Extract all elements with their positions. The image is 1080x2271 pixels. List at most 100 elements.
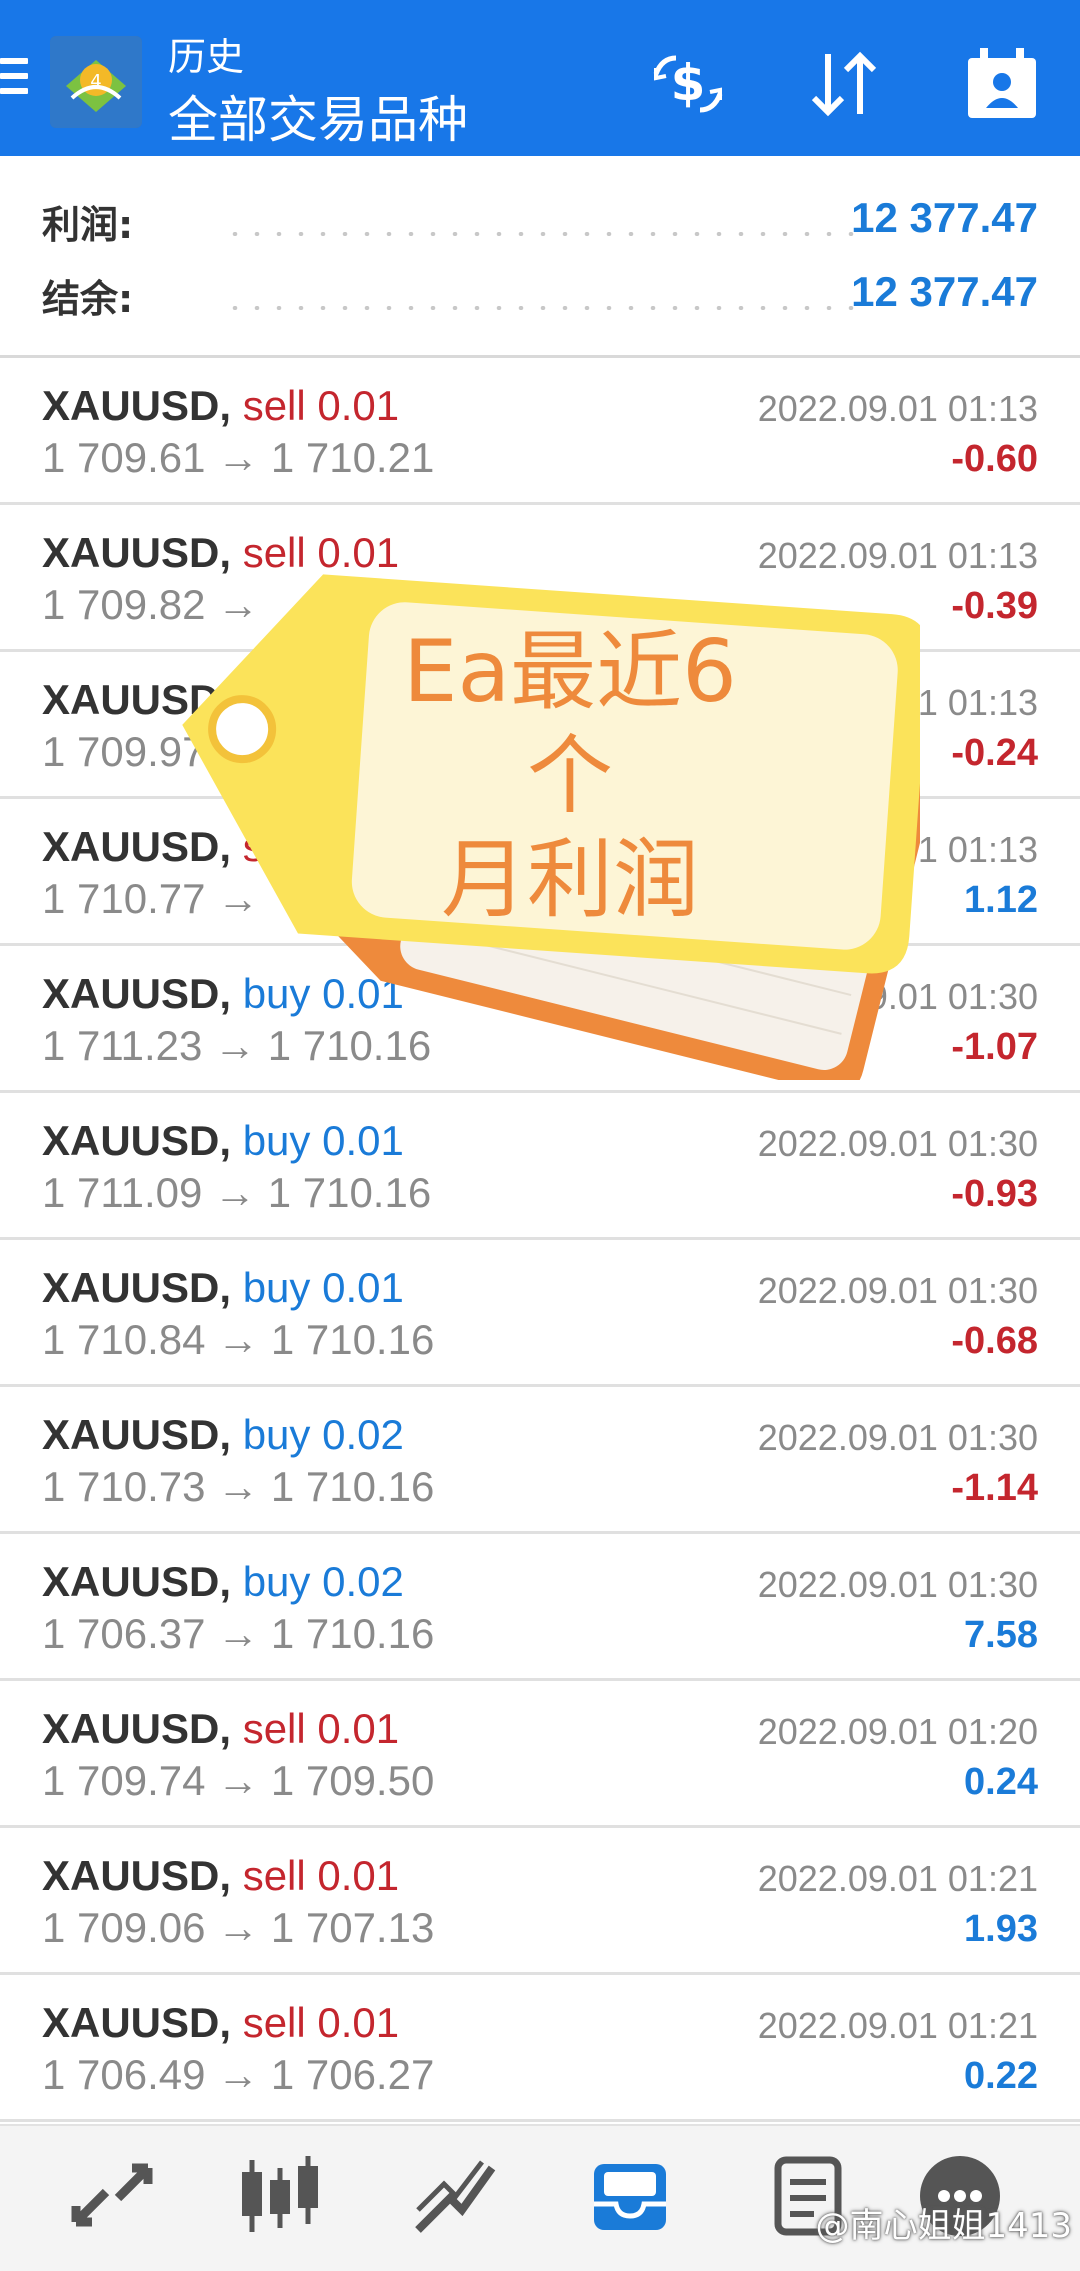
menu-icon[interactable]	[0, 58, 30, 106]
trade-prices: 1 710.73 → 1 710.16	[42, 1463, 435, 1510]
trade-row[interactable]: XAUUSD, sell 0.01 1 709.61 → 1 710.21 20…	[0, 358, 1080, 505]
trade-prices: 1 711.23 → 1 710.16	[42, 1022, 432, 1069]
trade-row[interactable]: XAUUSD, sell 0.01 1 709.82 → 2022.09.01 …	[0, 505, 1080, 652]
trade-list: XAUUSD, sell 0.01 1 709.61 → 1 710.21 20…	[0, 358, 1080, 2122]
trade-row[interactable]: XAUUSD, sell 0.01 1 706.49 → 1 706.27 20…	[0, 1975, 1080, 2122]
trade-side: buy 0.02	[242, 1411, 404, 1458]
app-header: 4 历史 全部交易品种 $	[0, 0, 1080, 156]
bottom-navigation: @南心姐姐1413	[0, 2124, 1080, 2271]
svg-text:$: $	[671, 54, 706, 112]
trade-prices: 1 709.97	[42, 728, 206, 775]
trade-profit: -0.39	[951, 585, 1038, 627]
profit-row: 利润: 12 377.47	[42, 194, 1038, 254]
balance-label: 结余:	[42, 277, 134, 321]
trade-time: .01 01:13	[887, 829, 1038, 870]
trade-symbol: XAUUSD,	[42, 1705, 232, 1752]
balance-value: 12 377.47	[851, 268, 1038, 315]
trade-symbol: XAUUSD,	[42, 676, 232, 723]
trade-time: 2022.09.01 01:30	[757, 1123, 1038, 1164]
trade-row[interactable]: XAUUSD, se 1 710.77 → .01 01:13 1.12	[0, 799, 1080, 946]
trade-profit: 0.24	[964, 1761, 1038, 1803]
history-icon[interactable]	[580, 2146, 680, 2246]
header-title[interactable]: 全部交易品种	[168, 80, 468, 152]
trade-symbol: XAUUSD,	[42, 1852, 232, 1899]
trade-prices: 1 709.82 →	[42, 581, 260, 628]
currency-exchange-icon[interactable]: $	[648, 44, 728, 124]
balance-row: 结余: 12 377.47	[42, 268, 1038, 328]
trade-profit: -0.93	[951, 1173, 1038, 1215]
trade-symbol: XAUUSD,	[42, 1411, 232, 1458]
metatrader-logo-icon: 4	[50, 36, 142, 128]
trade-profit: 7.58	[964, 1614, 1038, 1656]
trade-prices: 1 706.49 → 1 706.27	[42, 2051, 435, 2098]
trade-row[interactable]: XAUUSD, buy 0.01 1 711.09 → 1 710.16 202…	[0, 1093, 1080, 1240]
trade-symbol: XAUUSD,	[42, 970, 232, 1017]
trade-row[interactable]: XAUUSD, buy 0.01 1 711.23 → 1 710.16 2.0…	[0, 946, 1080, 1093]
trade-prices: 1 709.06 → 1 707.13	[42, 1904, 435, 1951]
trade-profit: -1.14	[951, 1467, 1038, 1509]
trade-side: buy 0.01	[242, 1264, 404, 1311]
trade-time: 2022.09.01 01:20	[757, 1711, 1038, 1752]
trade-symbol: XAUUSD,	[42, 529, 232, 576]
trade-title: XAUUSD, sell 0.01	[42, 1999, 399, 2047]
calendar-user-icon[interactable]	[962, 44, 1042, 124]
trade-title: XAUUSD, buy 0.02	[42, 1411, 404, 1459]
trade-time: 2022.09.01 01:30	[757, 1417, 1038, 1458]
trade-title: XAUUSD, sell 0.01	[42, 529, 399, 577]
trade-side: buy 0.02	[242, 1558, 404, 1605]
trade-symbol: XAUUSD,	[42, 1264, 232, 1311]
trade-side: sell 0.01	[242, 1999, 400, 2046]
trade-symbol: XAUUSD,	[42, 823, 232, 870]
trade-side: sell 0.01	[242, 382, 400, 429]
trade-side: sell 0.01	[242, 529, 400, 576]
profit-value: 12 377.47	[851, 194, 1038, 241]
trade-symbol: XAUUSD,	[42, 1558, 232, 1605]
trade-row[interactable]: XAUUSD, buy 0.02 1 706.37 → 1 710.16 202…	[0, 1534, 1080, 1681]
trade-time: 2022.09.01 01:21	[757, 1858, 1038, 1899]
trade-profit: 1.12	[964, 879, 1038, 921]
summary-panel: 利润: 12 377.47 结余: 12 377.47	[0, 156, 1080, 358]
trade-prices: 1 710.84 → 1 710.16	[42, 1316, 435, 1363]
trade-title: XAUUSD, buy 0.01	[42, 970, 404, 1018]
trade-row[interactable]: XAUUSD, sell 0.01 1 709.74 → 1 709.50 20…	[0, 1681, 1080, 1828]
trade-side: se	[242, 823, 288, 870]
trade-side: sell 0	[242, 676, 341, 723]
trade-profit: -0.24	[951, 732, 1038, 774]
trade-prices: 1 709.74 → 1 709.50	[42, 1757, 435, 1804]
trade-profit: -1.07	[951, 1026, 1038, 1068]
trade-side: sell 0.01	[242, 1852, 400, 1899]
chart-candles-icon[interactable]	[230, 2146, 330, 2246]
trade-title: XAUUSD, buy 0.01	[42, 1264, 404, 1312]
trade-time: 2022.09.01 01:21	[757, 2005, 1038, 2046]
trade-time: 2022.09.01 01:13	[757, 388, 1038, 429]
trade-title: XAUUSD, sell 0.01	[42, 382, 399, 430]
trade-row[interactable]: XAUUSD, buy 0.01 1 710.84 → 1 710.16 202…	[0, 1240, 1080, 1387]
profit-label: 利润:	[42, 203, 134, 247]
trade-title: XAUUSD, se	[42, 823, 287, 871]
trade-row[interactable]: XAUUSD, sell 0.01 1 709.06 → 1 707.13 20…	[0, 1828, 1080, 1975]
trade-time: 2022.09.01 01:30	[757, 1270, 1038, 1311]
trade-symbol: XAUUSD,	[42, 1999, 232, 2046]
trade-prices: 1 706.37 → 1 710.16	[42, 1610, 435, 1657]
trade-row[interactable]: XAUUSD, buy 0.02 1 710.73 → 1 710.16 202…	[0, 1387, 1080, 1534]
trade-profit: -0.68	[951, 1320, 1038, 1362]
trade-icon[interactable]	[404, 2146, 504, 2246]
trade-symbol: XAUUSD,	[42, 382, 232, 429]
trade-prices: 1 711.09 → 1 710.16	[42, 1169, 432, 1216]
trade-side: buy 0.01	[242, 1117, 404, 1164]
trade-title: XAUUSD, sell 0.01	[42, 1705, 399, 1753]
header-subtitle: 历史	[168, 35, 245, 79]
dotted-leader	[224, 306, 854, 310]
quotes-icon[interactable]	[62, 2146, 162, 2246]
trade-profit: 0.22	[964, 2055, 1038, 2097]
trade-title: XAUUSD, sell 0	[42, 676, 341, 724]
trade-time: 2022.09.01 01:30	[757, 1564, 1038, 1605]
sort-icon[interactable]	[804, 44, 884, 124]
trade-side: buy 0.01	[242, 970, 404, 1017]
dotted-leader	[224, 232, 854, 236]
trade-title: XAUUSD, buy 0.02	[42, 1558, 404, 1606]
trade-title: XAUUSD, buy 0.01	[42, 1117, 404, 1165]
trade-prices: 1 710.77 →	[42, 875, 260, 922]
trade-row[interactable]: XAUUSD, sell 0 1 709.97 .01 01:13 -0.24	[0, 652, 1080, 799]
trade-time: .01 01:13	[887, 682, 1038, 723]
